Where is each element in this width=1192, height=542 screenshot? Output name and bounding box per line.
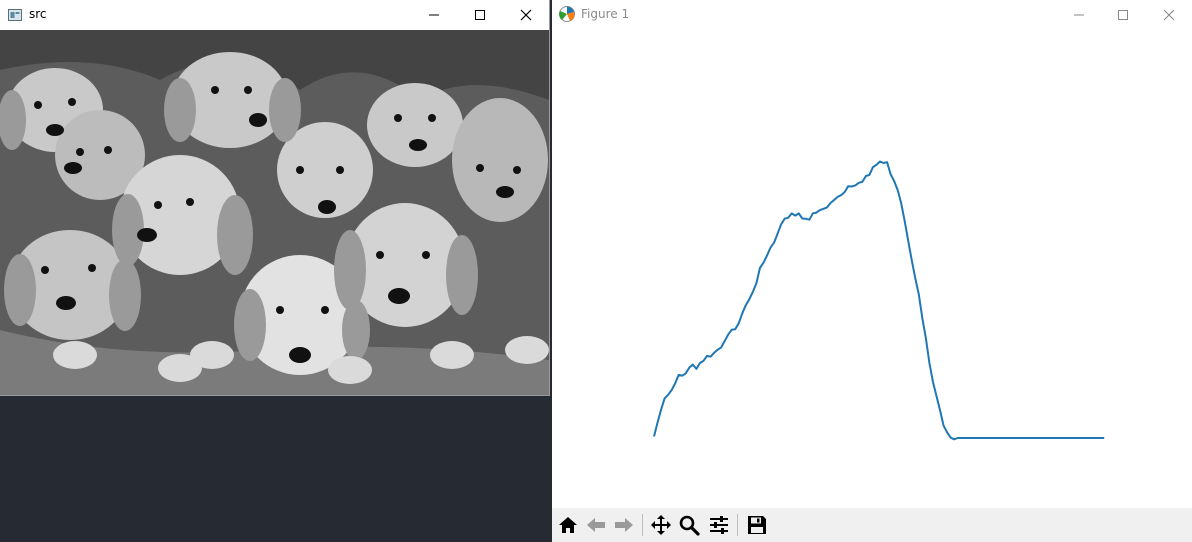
configure-button[interactable] [706,512,732,538]
window-title: Figure 1 [581,7,630,21]
close-button[interactable] [1146,0,1192,30]
figure-window: Figure 1 [552,0,1192,542]
pan-button[interactable] [648,512,674,538]
src-window: src [0,0,549,395]
toolbar-separator [642,514,643,536]
home-icon [559,517,577,533]
src-titlebar[interactable]: src [0,0,549,30]
toolbar-separator [737,514,738,536]
minimize-icon [1074,14,1084,16]
back-arrow-icon [587,518,605,532]
close-icon [520,9,532,21]
forward-arrow-icon [615,518,633,532]
save-icon [748,516,766,534]
close-icon [1163,9,1175,21]
forward-button[interactable] [611,512,637,538]
window-title: src [29,7,47,21]
maximize-button[interactable] [1100,0,1146,30]
zoom-button[interactable] [676,512,702,538]
minimize-button[interactable] [1056,0,1102,30]
sliders-icon [710,516,728,534]
grayscale-puppies-image [0,30,549,395]
zoom-icon [679,515,700,536]
close-button[interactable] [503,0,549,30]
maximize-icon [475,10,485,20]
histogram-line [653,160,1105,441]
save-button[interactable] [744,512,770,538]
minimize-button[interactable] [411,0,457,30]
matplotlib-icon [559,6,575,22]
navigation-toolbar [552,508,1192,542]
maximize-button[interactable] [457,0,503,30]
move-icon [651,515,671,535]
figure-titlebar[interactable]: Figure 1 [552,0,1192,30]
back-button[interactable] [583,512,609,538]
histogram-plot[interactable] [552,30,1192,508]
home-button[interactable] [555,512,581,538]
maximize-icon [1118,10,1128,20]
image-icon [8,9,22,21]
minimize-icon [429,14,439,16]
